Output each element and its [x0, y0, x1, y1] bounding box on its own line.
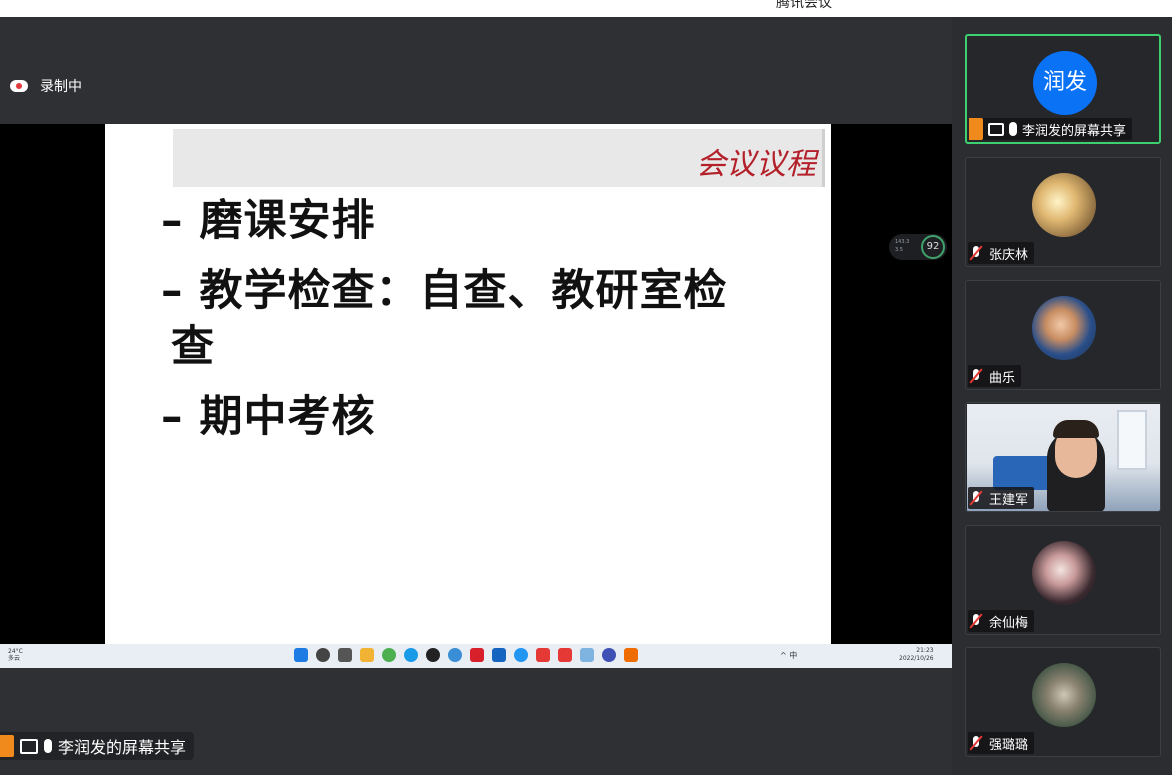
slide-bullet: 查 [171, 322, 215, 372]
participant-nametag: 李润发的屏幕共享 [969, 118, 1133, 140]
participant-name: 曲乐 [989, 370, 1016, 386]
participant-tile[interactable]: 王建军 [965, 402, 1161, 512]
weather-widget[interactable]: 24°C 多云 [8, 648, 23, 662]
task-view-icon[interactable] [338, 648, 352, 662]
mic-icon [1009, 122, 1017, 136]
taskbar-clock[interactable]: 21:23 2022/10/26 [899, 647, 934, 663]
wechat-icon[interactable] [382, 648, 396, 662]
participant-nametag: 余仙梅 [968, 610, 1035, 632]
qq-icon[interactable] [426, 648, 440, 662]
search-icon[interactable] [316, 648, 330, 662]
weather-desc: 多云 [8, 655, 21, 662]
upload-speed: 143.3 [895, 239, 910, 245]
avatar [1032, 663, 1096, 727]
app-icon[interactable] [580, 648, 594, 662]
chrome-icon[interactable] [602, 648, 616, 662]
tray-text: ^ 中 [780, 651, 798, 660]
windows-taskbar: 24°C 多云 ^ 中 21:23 2022/10/26 [0, 644, 952, 668]
mic-muted-icon [968, 490, 984, 506]
participant-name: 王建军 [989, 492, 1029, 508]
mic-muted-icon [968, 735, 984, 751]
participant-tile[interactable]: 余仙梅 [965, 525, 1161, 635]
cpu-usage: 92 [921, 235, 945, 259]
screen-share-icon [988, 122, 1004, 136]
user-icon [969, 118, 983, 140]
user-icon [0, 735, 14, 757]
cloud-record-icon [10, 80, 28, 92]
wps-writer-icon[interactable] [558, 648, 572, 662]
participant-nametag: 王建军 [968, 487, 1035, 509]
participant-nametag: 强璐璐 [968, 732, 1035, 754]
title-bar: 腾讯会议 [0, 0, 1172, 17]
avatar [1032, 173, 1096, 237]
mic-muted-icon [968, 613, 984, 629]
participant-nametag: 曲乐 [968, 365, 1022, 387]
mic-icon [44, 739, 52, 753]
start-icon[interactable] [294, 648, 308, 662]
participant-name: 张庆林 [989, 247, 1029, 263]
app-red-icon[interactable] [470, 648, 484, 662]
avatar [1032, 541, 1096, 605]
main-stage: 录制中 会议议程 – 磨课安排 – 教学检查：自查、教研室检 查 – 期中考核 … [0, 17, 952, 775]
app-title: 腾讯会议 [776, 0, 832, 11]
meeting-window: 腾讯会议 录制中 会议议程 – 磨课安排 – 教学检查：自查、教研室检 查 – … [0, 0, 1172, 784]
screen-share-label: 李润发的屏幕共享 [0, 732, 195, 760]
slide-header: 会议议程 [173, 129, 825, 187]
mic-muted-icon [968, 368, 984, 384]
participant-name: 李润发的屏幕共享 [1022, 123, 1127, 139]
clock-time: 21:23 [916, 647, 934, 654]
recording-indicator[interactable]: 录制中 [10, 76, 82, 96]
edge-icon[interactable] [404, 648, 418, 662]
taskbar-apps [294, 648, 638, 662]
participant-tile[interactable]: 润发 李润发的屏幕共享 [965, 34, 1161, 144]
share-label-text: 李润发的屏幕共享 [58, 738, 187, 757]
mic-muted-icon [968, 245, 984, 261]
participant-tile[interactable]: 曲乐 [965, 280, 1161, 390]
meeting-app-icon[interactable] [492, 648, 506, 662]
slide-bullet: – 磨课安排 [161, 196, 376, 246]
weather-temp: 24°C [8, 648, 23, 655]
download-speed: 3.5 [895, 247, 903, 253]
clock-date: 2022/10/26 [899, 655, 934, 662]
participant-name: 余仙梅 [989, 615, 1029, 631]
participants-panel: 润发 李润发的屏幕共享 张庆林 曲乐 王建军 余仙梅 强璐璐 [952, 17, 1172, 775]
recording-label: 录制中 [40, 79, 82, 95]
browser-icon[interactable] [448, 648, 462, 662]
presentation-slide: 会议议程 – 磨课安排 – 教学检查：自查、教研室检 查 – 期中考核 [105, 124, 831, 644]
bottom-strip [0, 775, 1172, 784]
participant-name: 强璐璐 [989, 737, 1029, 753]
shared-screen: 会议议程 – 磨课安排 – 教学检查：自查、教研室检 查 – 期中考核 [0, 124, 952, 644]
participant-tile[interactable]: 张庆林 [965, 157, 1161, 267]
avatar: 润发 [1033, 51, 1097, 115]
participant-tile[interactable]: 强璐璐 [965, 647, 1161, 757]
screen-share-icon [20, 738, 38, 754]
cloud-app-icon[interactable] [514, 648, 528, 662]
avatar [1032, 296, 1096, 360]
wps-icon[interactable] [536, 648, 550, 662]
system-tray[interactable]: ^ 中 [780, 650, 797, 661]
slide-bullet: – 教学检查：自查、教研室检 [161, 266, 728, 316]
slide-bullet: – 期中考核 [161, 392, 376, 442]
slide-title: 会议议程 [696, 147, 816, 182]
file-explorer-icon[interactable] [360, 648, 374, 662]
player-icon[interactable] [624, 648, 638, 662]
participant-nametag: 张庆林 [968, 242, 1035, 264]
network-speed-widget: 143.3 3.5 92 [889, 234, 947, 260]
